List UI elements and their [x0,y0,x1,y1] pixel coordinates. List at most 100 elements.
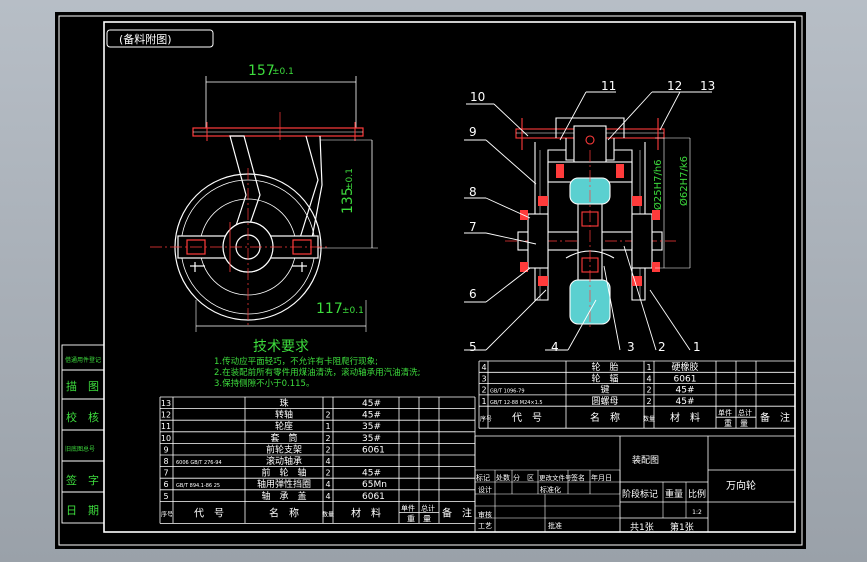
bom-upper-h-mat: 材 料 [670,411,700,424]
bom-upper-code: GB/T 12-88 M24×1.5 [490,400,543,406]
bom-lower-mat: 35# [362,422,381,432]
tb-stage-mark: 阶段标记 [622,488,658,500]
bom-lower-no: 10 [161,434,171,443]
tb-mark: 标记 [476,473,490,482]
bom-upper-mat: 硬橡胶 [671,361,698,373]
bom-lower-h-weight: 重 量 [407,513,431,523]
tb-scale-value: 1:2 [692,509,702,516]
tb-review: 审核 [478,510,492,519]
cad-viewport[interactable]: (备料附图) 157 ±0.1 135 ±0.1 117 ±0.1 Ø25H7/… [0,0,867,562]
tb-product-name: 万向轮 [726,479,756,492]
strip-check: 校 核 [66,410,99,424]
bom-lower-no: 9 [163,445,168,454]
dim-157: 157 [248,63,275,79]
bom-lower-no: 5 [163,492,168,501]
tb-change-doc: 更改文件号 [539,473,572,482]
bom-lower-qty: 4 [325,457,330,466]
bom-upper-qty: 1 [646,363,651,372]
bom-lower-h-note: 备 注 [442,506,472,519]
bom-upper-name: 键 [600,384,609,396]
bom-lower-h-no: 序号 [161,510,173,518]
bom-upper-mat: 45# [676,397,695,407]
bom-lower-h-w1: 单件 [401,503,415,512]
dim-dia-2: Ø62H7/k6 [678,156,690,206]
tb-sheet-no: 第1张 [670,521,694,533]
tech-req-heading: 技术要求 [253,339,309,355]
strip-sign: 签 字 [66,473,99,487]
bom-lower-mat: 65Mn [362,480,387,490]
balloon-7: 7 [469,220,477,234]
tb-process: 工艺 [478,522,492,530]
bom-upper-h-weight: 重 量 [724,418,748,428]
dim-135-tol: ±0.1 [345,168,355,190]
tech-req-line-1: 1.传动应平面轻巧，不允许有卡阻爬行现象; [214,356,378,367]
strip-date: 日 期 [66,504,99,517]
title-tag: (备料附图) [119,32,172,46]
bom-lower-qty: 2 [325,411,330,420]
tb-sign: 签名 [571,473,585,482]
balloon-1: 1 [693,340,701,354]
balloon-12: 12 [667,79,682,93]
bom-lower-no: 11 [161,422,171,431]
dim-135: 135 [340,187,356,214]
dim-157-tol: ±0.1 [272,67,294,77]
dim-dia-1: Ø25H7/h6 [652,159,664,210]
bom-lower-name: 轮座 [275,420,293,432]
drawing-canvas[interactable]: (备料附图) 157 ±0.1 135 ±0.1 117 ±0.1 Ø25H7/… [0,0,867,562]
bom-lower-name: 转轴 [275,409,293,421]
bom-upper-h-w2: 总计 [738,408,752,417]
bom-lower-name: 套 筒 [270,432,297,444]
bom-lower-qty: 4 [325,480,330,489]
bom-lower-no: 8 [163,457,168,466]
bom-upper-name: 轮 辐 [591,372,618,384]
balloon-9: 9 [469,125,477,139]
bom-lower-no: 6 [163,480,168,489]
bom-upper-mat: 6061 [674,374,697,384]
bom-lower-name: 轴用弹性挡圈 [257,478,311,490]
tech-req-line-2: 2.在装配前所有零件用煤油清洗，滚动轴承用汽油清洗; [214,367,420,378]
strip-trace: 描 图 [66,379,99,393]
bom-lower-qty: 2 [325,469,330,478]
bom-upper-h-no: 序号 [480,415,492,423]
bom-lower-mat: 45# [362,469,381,479]
balloon-5: 5 [469,340,477,354]
tb-count: 处数 [496,473,510,482]
balloon-4: 4 [551,340,559,354]
tb-sheets-total: 共1张 [630,522,654,533]
balloon-6: 6 [469,287,477,301]
tb-approve: 批准 [548,521,562,530]
bom-lower-no: 12 [161,411,171,420]
bom-lower-mat: 45# [362,399,381,409]
bom-lower-h-qty: 数量 [322,510,334,518]
bom-upper-h-w1: 单件 [718,408,732,417]
bom-lower-mat: 6061 [362,445,385,455]
tb-standardize: 标准化 [540,485,561,494]
tb-scale: 比例 [688,488,706,500]
strip-borrow: 借通用件登记 [65,356,101,364]
tb-weight: 重量 [665,488,683,500]
bom-upper-name: 轮 胎 [591,361,618,373]
bom-lower-mat: 6061 [362,492,385,502]
balloon-2: 2 [658,340,666,354]
bom-upper-qty: 2 [646,397,651,406]
bom-upper-name: 圆螺母 [591,396,618,407]
bom-upper-qty: 2 [646,386,651,395]
bom-lower-h-code: 代 号 [194,507,224,519]
tb-drawing-name: 装配图 [632,454,659,466]
bom-upper-no: 1 [481,397,486,406]
bom-lower-name: 滚动轴承 [266,455,302,467]
tb-zone: 分 区 [513,473,534,482]
bom-lower-mat: 35# [362,434,381,444]
bom-upper-no: 2 [481,386,486,395]
bom-lower-no: 13 [161,399,171,408]
dim-117: 117 [316,301,343,317]
dim-117-tol: ±0.1 [342,306,364,316]
bom-lower-code: GB/T 894.1-86 25 [176,483,220,489]
bom-lower-qty: 1 [325,422,330,431]
bom-upper-h-code: 代 号 [512,412,542,424]
bom-lower-h-name: 名 称 [269,506,299,519]
bom-upper-code: GB/T 1096-79 [490,389,525,395]
bom-upper-qty: 4 [646,374,651,383]
tb-design: 设计 [478,485,492,494]
bom-lower-no: 7 [163,469,168,478]
